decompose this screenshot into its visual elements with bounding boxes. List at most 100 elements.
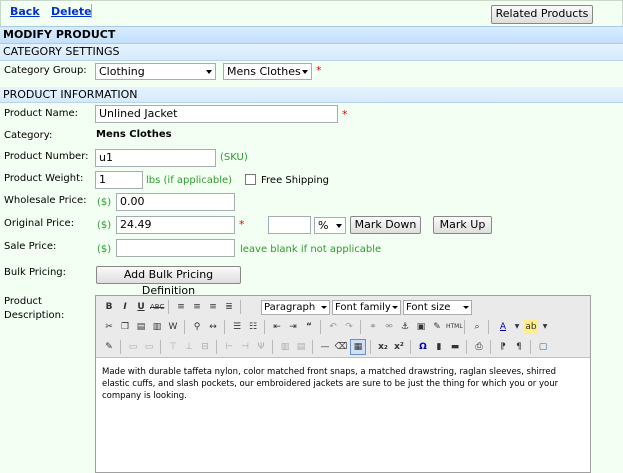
font-family-value: Font family bbox=[335, 302, 391, 313]
italic-icon[interactable]: I bbox=[118, 300, 132, 314]
cleanup-icon[interactable]: ✎ bbox=[430, 320, 444, 334]
cut-icon[interactable]: ✂ bbox=[102, 320, 116, 334]
outdent-icon[interactable]: ⇤ bbox=[270, 320, 284, 334]
chevron-down-icon[interactable]: ▼ bbox=[538, 320, 552, 334]
preview-icon[interactable]: ⌕ bbox=[470, 320, 484, 334]
editor-content[interactable]: Made with durable taffeta nylon, color m… bbox=[102, 366, 584, 402]
special-char-icon[interactable]: Ω bbox=[416, 340, 430, 354]
description-editor[interactable]: B I U ABC ≡ ≡ ≡ ≣ Paragraph Font family … bbox=[95, 295, 591, 473]
page-title: MODIFY PRODUCT bbox=[0, 26, 623, 44]
back-link[interactable]: Back bbox=[10, 5, 40, 18]
undo-icon[interactable]: ↶ bbox=[326, 320, 340, 334]
redo-icon[interactable]: ↷ bbox=[342, 320, 356, 334]
superscript-icon[interactable]: x² bbox=[392, 340, 406, 354]
image-icon[interactable]: ▣ bbox=[414, 320, 428, 334]
category-group-select[interactable]: Clothing bbox=[95, 63, 216, 80]
align-center-icon[interactable]: ≡ bbox=[190, 300, 204, 314]
align-left-icon[interactable]: ≡ bbox=[174, 300, 188, 314]
media-icon[interactable]: ▮ bbox=[432, 340, 446, 354]
table-row-props-icon[interactable]: ▭ bbox=[126, 340, 140, 354]
free-shipping-checkbox[interactable] bbox=[245, 174, 256, 185]
rtl-icon[interactable]: ¶ bbox=[512, 340, 526, 354]
fullscreen-icon[interactable]: ▢ bbox=[536, 340, 550, 354]
horizontal-rule-icon[interactable]: — bbox=[318, 340, 332, 354]
insert-row-after-icon[interactable]: ⊥ bbox=[182, 340, 196, 354]
copy-icon[interactable]: ❐ bbox=[118, 320, 132, 334]
product-weight-input[interactable]: 1 bbox=[95, 171, 143, 189]
align-right-icon[interactable]: ≡ bbox=[206, 300, 220, 314]
strikethrough-icon[interactable]: ABC bbox=[150, 300, 164, 314]
split-cells-icon[interactable]: ▥ bbox=[278, 340, 292, 354]
toolbar-divider bbox=[216, 340, 217, 354]
insert-col-after-icon[interactable]: ⊣ bbox=[238, 340, 252, 354]
toolbar-divider bbox=[120, 340, 121, 354]
free-shipping-label: Free Shipping bbox=[261, 175, 330, 186]
merge-cells-icon[interactable]: ▤ bbox=[294, 340, 308, 354]
wholesale-price-input[interactable]: 0.00 bbox=[116, 193, 235, 211]
delete-link[interactable]: Delete bbox=[51, 5, 92, 18]
currency-label: ($) bbox=[97, 244, 112, 255]
indent-icon[interactable]: ⇥ bbox=[286, 320, 300, 334]
required-marker: * bbox=[316, 64, 322, 77]
toolbar-divider bbox=[272, 340, 273, 354]
underline-icon[interactable]: U bbox=[134, 300, 148, 314]
sale-price-input[interactable] bbox=[116, 239, 235, 257]
find-icon[interactable]: ⚲ bbox=[190, 320, 204, 334]
product-number-input[interactable]: u1 bbox=[95, 149, 216, 167]
align-justify-icon[interactable]: ≣ bbox=[222, 300, 236, 314]
anchor-icon[interactable]: ⚓ bbox=[398, 320, 412, 334]
link-icon[interactable]: ⚭ bbox=[366, 320, 380, 334]
insert-col-before-icon[interactable]: ⊢ bbox=[222, 340, 236, 354]
mark-down-button[interactable]: Mark Down bbox=[350, 216, 421, 234]
delete-col-icon[interactable]: Ψ bbox=[254, 340, 268, 354]
paragraph-format-select[interactable]: Paragraph bbox=[261, 300, 330, 315]
font-size-select[interactable]: Font size bbox=[403, 300, 472, 315]
font-family-select[interactable]: Font family bbox=[332, 300, 401, 315]
visual-aid-icon[interactable]: ▦ bbox=[350, 339, 366, 355]
replace-icon[interactable]: ↔ bbox=[206, 320, 220, 334]
bold-icon[interactable]: B bbox=[102, 300, 116, 314]
paste-word-icon[interactable]: W bbox=[166, 320, 180, 334]
blockquote-icon[interactable]: “ bbox=[302, 320, 316, 334]
product-name-label: Product Name: bbox=[4, 108, 79, 119]
advanced-hr-icon[interactable]: ▬ bbox=[448, 340, 462, 354]
markdown-amount-input[interactable] bbox=[268, 216, 311, 234]
remove-format-icon[interactable]: ⌫ bbox=[334, 340, 348, 354]
html-icon[interactable]: HTML bbox=[446, 320, 463, 334]
paste-text-icon[interactable]: ▥ bbox=[150, 320, 164, 334]
toolbar-divider bbox=[224, 320, 225, 334]
toolbar-divider bbox=[370, 340, 371, 354]
chevron-down-icon bbox=[206, 70, 212, 74]
category-sub-select[interactable]: Mens Clothes bbox=[223, 63, 312, 80]
wholesale-price-label: Wholesale Price: bbox=[4, 195, 87, 206]
print-icon[interactable]: ⎙ bbox=[472, 340, 486, 354]
original-price-input[interactable]: 24.49 bbox=[116, 216, 235, 234]
toolbar-divider bbox=[410, 340, 411, 354]
highlight-color-icon[interactable]: ab bbox=[524, 320, 538, 334]
unlink-icon[interactable]: ⚮ bbox=[382, 320, 396, 334]
markdown-unit-select[interactable]: % bbox=[314, 217, 346, 234]
text-color-icon[interactable]: A bbox=[496, 320, 510, 334]
chevron-down-icon[interactable]: ▼ bbox=[510, 320, 524, 334]
add-bulk-pricing-button[interactable]: Add Bulk Pricing Definition bbox=[96, 266, 241, 297]
chevron-down-icon bbox=[336, 224, 342, 228]
product-name-input[interactable]: Unlined Jacket bbox=[95, 105, 338, 123]
action-bar: Back Delete Related Products bbox=[0, 0, 623, 28]
chevron-down-icon bbox=[321, 306, 327, 309]
ltr-icon[interactable]: ⁋ bbox=[496, 340, 510, 354]
insert-row-before-icon[interactable]: ⊤ bbox=[166, 340, 180, 354]
subscript-icon[interactable]: x₂ bbox=[376, 340, 390, 354]
bullet-list-icon[interactable]: ☰ bbox=[230, 320, 244, 334]
delete-row-icon[interactable]: ⊟ bbox=[198, 340, 212, 354]
category-group-value: Clothing bbox=[99, 65, 145, 78]
toolbar-divider bbox=[320, 320, 321, 334]
chevron-down-icon bbox=[302, 70, 308, 74]
related-products-button[interactable]: Related Products bbox=[491, 5, 593, 24]
insert-table-icon[interactable]: ✎ bbox=[102, 340, 116, 354]
table-cell-props-icon[interactable]: ▭ bbox=[142, 340, 156, 354]
weight-hint: lbs (if applicable) bbox=[146, 175, 233, 186]
numbered-list-icon[interactable]: ☷ bbox=[246, 320, 260, 334]
mark-up-button[interactable]: Mark Up bbox=[433, 216, 492, 234]
paste-icon[interactable]: ▤ bbox=[134, 320, 148, 334]
toolbar-divider bbox=[264, 320, 265, 334]
